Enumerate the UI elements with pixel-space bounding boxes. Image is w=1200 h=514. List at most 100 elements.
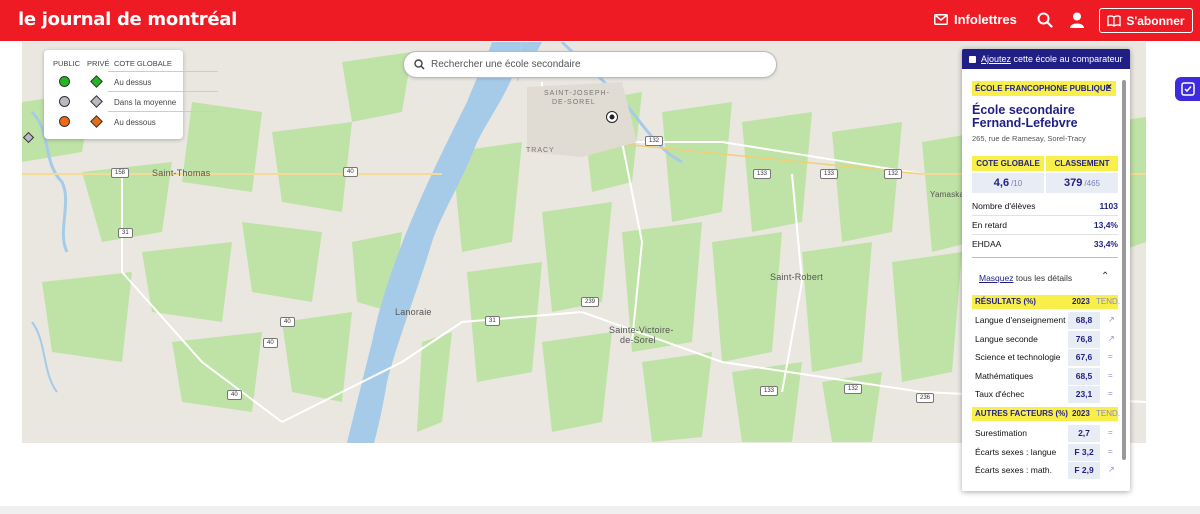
- legend-row-label: Au dessous: [114, 118, 156, 127]
- panel-scrollbar[interactable]: [1122, 80, 1126, 460]
- factor-row: Écarts sexes : langue F 3,2 =: [972, 444, 1118, 461]
- close-icon[interactable]: ×: [1106, 82, 1112, 93]
- factor-value: 2,7: [1068, 425, 1100, 442]
- stat-label: En retard: [972, 220, 1007, 230]
- legend-header-cote: COTE GLOBALE: [114, 59, 172, 68]
- result-value: 67,6: [1068, 349, 1100, 366]
- trend-icon: =: [1108, 389, 1113, 398]
- classement-max: /465: [1084, 178, 1100, 188]
- place-sainte-victoire-line1: Sainte-Victoire-: [609, 325, 674, 335]
- hide-details-toggle[interactable]: Masquez tous les détails: [979, 273, 1072, 283]
- route-shield: 31: [485, 316, 500, 326]
- compare-link[interactable]: Ajoutez: [981, 54, 1011, 64]
- trend-icon: ↗: [1108, 315, 1115, 324]
- route-shield: 132: [844, 384, 863, 394]
- autres-year: 2023: [1072, 409, 1090, 418]
- cote-globale-value: 4,6/10: [972, 173, 1044, 193]
- route-shield: 31: [118, 228, 133, 238]
- place-yamaska: Yamaska: [930, 190, 965, 199]
- legend-row-label: Au dessus: [114, 78, 152, 87]
- school-address: 265, rue de Ramesay, Sorel-Tracy: [972, 134, 1086, 143]
- divider: [972, 257, 1118, 258]
- school-name: École secondaire Fernand-Lefebvre: [972, 103, 1078, 130]
- user-account-icon[interactable]: [1068, 11, 1086, 29]
- cote-max: /10: [1011, 178, 1023, 188]
- autres-facteurs-header: AUTRES FACTEURS (%) 2023 TEND.: [972, 407, 1120, 421]
- divider: [972, 215, 1118, 216]
- prive-average-diamond: [90, 95, 103, 108]
- stat-value: 13,4%: [1093, 220, 1118, 230]
- site-logo[interactable]: le journal de montréal: [18, 9, 237, 30]
- classement-header: CLASSEMENT: [1046, 156, 1118, 171]
- masquez-text: tous les détails: [1013, 273, 1073, 283]
- compare-checkbox[interactable]: [969, 55, 976, 63]
- stat-value: 1103: [1099, 201, 1118, 211]
- result-value: 68,5: [1068, 368, 1100, 385]
- route-shield: 133: [753, 169, 772, 179]
- resultats-header: RÉSULTATS (%) 2023 TEND.: [972, 295, 1120, 309]
- search-icon[interactable]: [1036, 11, 1054, 29]
- factor-label: Écarts sexes : langue: [975, 447, 1057, 457]
- factor-value: F 2,9: [1068, 462, 1100, 479]
- place-saint-thomas: Saint-Thomas: [152, 168, 211, 178]
- resultats-year: 2023: [1072, 297, 1090, 306]
- result-value: 68,8: [1068, 312, 1100, 329]
- result-row: Taux d'échec 23,1 =: [972, 386, 1118, 403]
- factor-label: Écarts sexes : math.: [975, 465, 1052, 475]
- factor-label: Surestimation: [975, 428, 1027, 438]
- route-shield: 133: [820, 169, 839, 179]
- result-label: Mathématiques: [975, 371, 1034, 381]
- legend-divider: [108, 91, 218, 92]
- route-shield: 40: [227, 390, 242, 400]
- school-type-label: ÉCOLE FRANCOPHONE PUBLIQUE: [975, 84, 1112, 93]
- result-row: Mathématiques 68,5 =: [972, 368, 1118, 385]
- search-placeholder: Rechercher une école secondaire: [431, 59, 581, 70]
- route-shield: 40: [263, 338, 278, 348]
- public-average-dot: [59, 96, 70, 107]
- result-label: Taux d'échec: [975, 389, 1025, 399]
- trend-icon: =: [1108, 352, 1113, 361]
- stat-row: EHDAA 33,4%: [972, 239, 1118, 249]
- factor-row: Surestimation 2,7 =: [972, 425, 1118, 442]
- place-lanoraie: Lanoraie: [395, 307, 432, 317]
- legend-divider: [108, 111, 218, 112]
- checklist-icon: [1180, 82, 1195, 96]
- route-shield: 40: [343, 167, 358, 177]
- subscribe-button[interactable]: S'abonner: [1099, 8, 1193, 33]
- route-shield: 40: [280, 317, 295, 327]
- stat-label: EHDAA: [972, 239, 1002, 249]
- legend-divider: [108, 71, 218, 72]
- classement-number: 379: [1064, 177, 1083, 189]
- classement-value: 379/465: [1046, 173, 1118, 193]
- map-legend: PUBLIC PRIVÉ COTE GLOBALE Au dessus Dans…: [44, 50, 218, 139]
- trend-icon: ↗: [1108, 334, 1115, 343]
- add-to-comparator[interactable]: Ajoutez cette école au comparateur: [962, 49, 1130, 69]
- trend-icon: =: [1108, 428, 1113, 437]
- resultats-title: RÉSULTATS (%): [975, 297, 1036, 306]
- search-icon: [414, 59, 425, 70]
- comparator-side-button[interactable]: [1175, 77, 1200, 101]
- legend-header-prive: PRIVÉ: [87, 59, 110, 68]
- trend-icon: ↗: [1108, 465, 1115, 474]
- book-icon: [1107, 14, 1122, 27]
- school-search-input[interactable]: Rechercher une école secondaire: [403, 51, 777, 78]
- result-label: Langue seconde: [975, 334, 1038, 344]
- route-shield: 133: [760, 386, 779, 396]
- route-shield: 132: [645, 136, 664, 146]
- masquez-link[interactable]: Masquez: [979, 273, 1014, 283]
- autres-title: AUTRES FACTEURS (%): [975, 409, 1068, 418]
- chevron-up-icon[interactable]: ⌃: [1101, 271, 1109, 282]
- result-label: Langue d'enseignement: [975, 315, 1066, 325]
- result-value: 23,1: [1068, 386, 1100, 403]
- prive-below-diamond: [90, 115, 103, 128]
- place-sainte-victoire-line2: de-Sorel: [620, 335, 656, 345]
- result-row: Science et technologie 67,6 =: [972, 349, 1118, 366]
- route-shield: 236: [916, 393, 935, 403]
- prive-above-diamond: [90, 75, 103, 88]
- infolettres-label: Infolettres: [954, 12, 1017, 27]
- compare-text: cette école au comparateur: [1011, 54, 1123, 64]
- result-row: Langue seconde 76,8 ↗: [972, 331, 1118, 348]
- factor-row: Écarts sexes : math. F 2,9 ↗: [972, 462, 1118, 479]
- route-shield: 158: [111, 168, 130, 178]
- infolettres-link[interactable]: Infolettres: [934, 12, 1017, 27]
